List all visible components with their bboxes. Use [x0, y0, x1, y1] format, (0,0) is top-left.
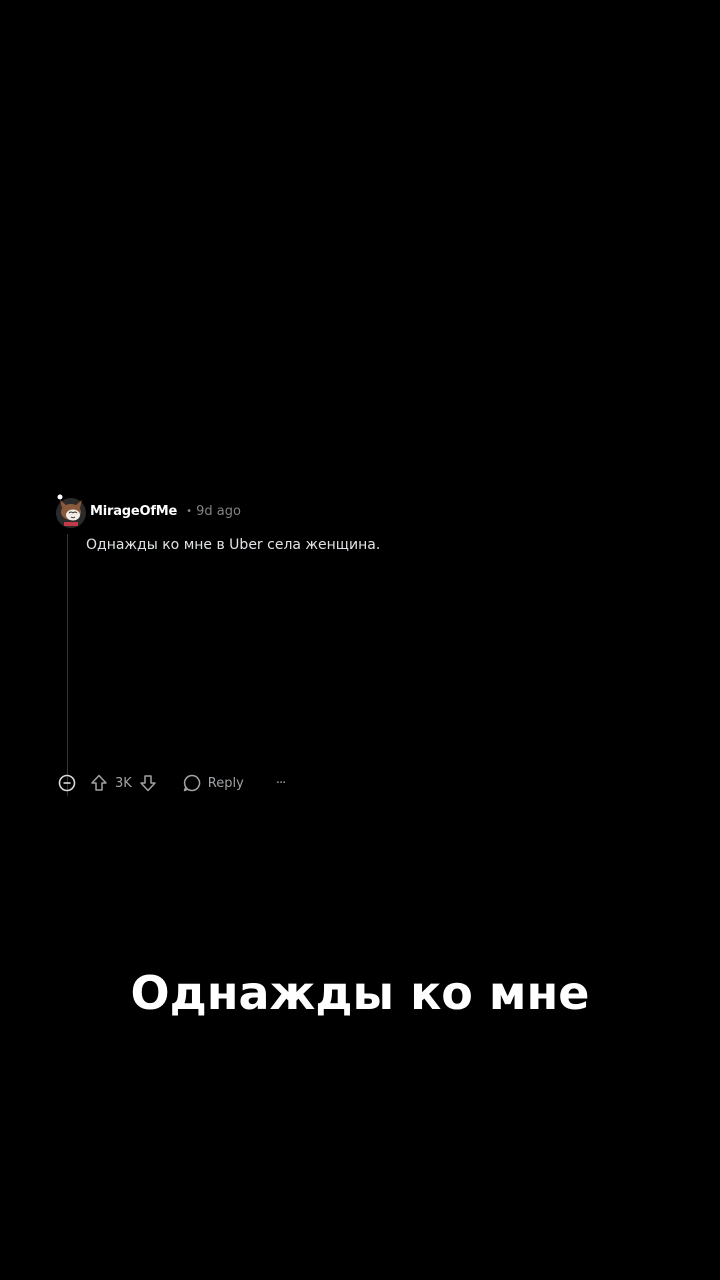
- username[interactable]: MirageOfMe: [90, 504, 177, 519]
- comment-actions: 3K Reply ···: [57, 771, 286, 795]
- avatar[interactable]: [54, 494, 88, 528]
- more-options-button[interactable]: ···: [275, 775, 286, 791]
- arrow-down-icon: [140, 775, 156, 792]
- timestamp[interactable]: 9d ago: [196, 504, 241, 519]
- comment-text: Однажды ко мне в Uber села женщина.: [86, 537, 381, 553]
- upvote-button[interactable]: [89, 773, 109, 793]
- collapse-button[interactable]: [57, 773, 77, 793]
- downvote-button[interactable]: [138, 773, 158, 793]
- thread-line[interactable]: [67, 534, 68, 796]
- avatar-icon: [56, 494, 86, 528]
- reply-button[interactable]: Reply: [182, 773, 244, 793]
- vote-count: 3K: [115, 775, 132, 791]
- minus-circle-icon: [58, 774, 76, 792]
- separator-dot: •: [186, 505, 193, 517]
- reply-label: Reply: [207, 775, 244, 791]
- comment: MirageOfMe • 9d ago Однажды ко мне в Ube…: [0, 0, 720, 1280]
- comment-header: MirageOfMe • 9d ago: [90, 501, 241, 521]
- arrow-up-icon: [91, 774, 107, 791]
- video-caption: Однажды ко мне: [130, 966, 590, 1020]
- more-dots-icon: ···: [275, 775, 286, 791]
- speech-bubble-icon: [182, 773, 202, 793]
